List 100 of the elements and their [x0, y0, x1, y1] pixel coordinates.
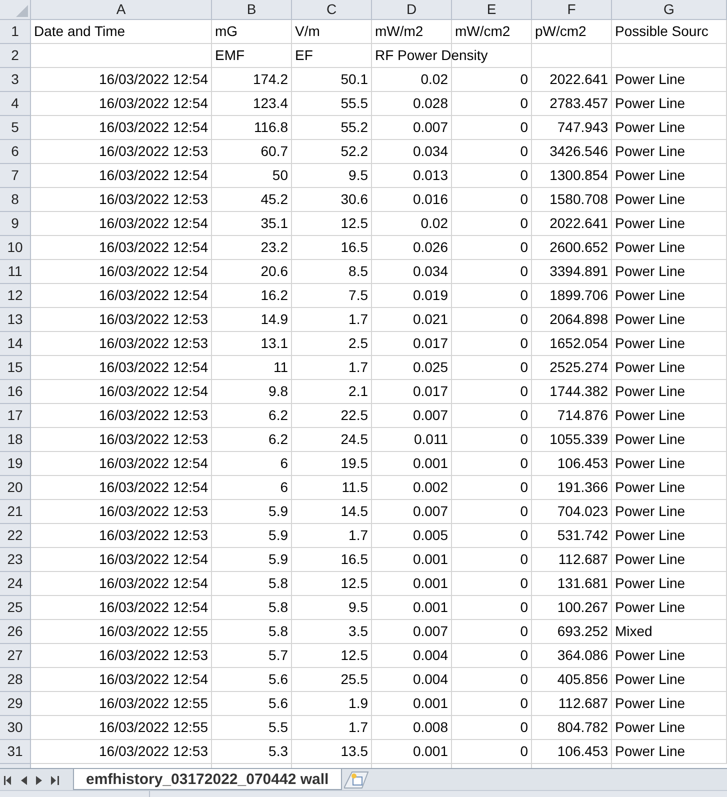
column-header[interactable]: G — [612, 0, 727, 20]
column-header[interactable]: B — [212, 0, 292, 20]
table-cell-text: Power Line — [615, 526, 686, 545]
table-cell-text: 106.453 — [557, 454, 608, 473]
row-header[interactable]: 1 — [0, 20, 31, 44]
row-header[interactable]: 6 — [0, 140, 31, 164]
table-cell-text: 0.025 — [412, 358, 448, 377]
column-header[interactable]: E — [452, 0, 532, 20]
table-cell-text: 0.034 — [412, 142, 448, 161]
table-cell-text: Power Line — [615, 478, 686, 497]
row-header[interactable]: 18 — [0, 428, 31, 452]
row-header[interactable]: 13 — [0, 308, 31, 332]
table-cell-text: 30.6 — [340, 190, 368, 209]
row-header[interactable]: 10 — [0, 236, 31, 260]
row-header[interactable]: 23 — [0, 548, 31, 572]
table-cell-text: 5.8 — [268, 598, 288, 617]
column-header[interactable]: C — [292, 0, 372, 20]
table-cell-text: 16/03/2022 12:53 — [99, 310, 208, 329]
table-cell-text: Power Line — [615, 334, 686, 353]
table-cell-text: 0.002 — [412, 478, 448, 497]
table-cell-text: 0 — [520, 214, 528, 233]
row-header[interactable]: 7 — [0, 164, 31, 188]
first-sheet-icon[interactable] — [4, 776, 12, 784]
row-header[interactable]: 12 — [0, 284, 31, 308]
row-header[interactable]: 20 — [0, 476, 31, 500]
table-cell-text: 16/03/2022 12:54 — [99, 478, 208, 497]
row-header[interactable]: 14 — [0, 332, 31, 356]
table-cell-text: 6 — [280, 454, 288, 473]
table-cell-text: Power Line — [615, 190, 686, 209]
table-cell-text: 5.9 — [268, 502, 288, 521]
table-cell-text: Power Line — [615, 310, 686, 329]
table-cell-text: Power Line — [615, 70, 686, 89]
column-header[interactable]: F — [532, 0, 612, 20]
table-cell-text: 16/03/2022 12:53 — [99, 334, 208, 353]
column-header[interactable]: D — [372, 0, 452, 20]
next-sheet-icon[interactable] — [36, 776, 42, 784]
table-cell-text: 0 — [520, 526, 528, 545]
table-cell-text: mG — [215, 22, 238, 41]
table-cell-text: 116.8 — [254, 118, 288, 137]
table-cell-text: Power Line — [615, 454, 686, 473]
row-header[interactable]: 19 — [0, 452, 31, 476]
new-sheet-icon[interactable] — [344, 771, 370, 789]
table-cell-text: 35.1 — [260, 214, 288, 233]
table-cell-text: 16/03/2022 12:54 — [99, 238, 208, 257]
table-cell-text: 5.9 — [268, 550, 288, 569]
table-cell-text: 16/03/2022 12:54 — [99, 382, 208, 401]
table-cell-text: 5.8 — [268, 622, 288, 641]
row-header[interactable]: 5 — [0, 116, 31, 140]
table-cell-text: 12.5 — [340, 646, 368, 665]
column-header[interactable]: A — [31, 0, 212, 20]
row-header[interactable]: 22 — [0, 524, 31, 548]
table-cell-text: 804.782 — [557, 718, 608, 737]
table-cell-text: 0 — [520, 310, 528, 329]
table-cell-text: 693.252 — [557, 622, 608, 641]
row-header[interactable]: 17 — [0, 404, 31, 428]
table-cell-text: pW/cm2 — [535, 22, 586, 41]
row-header[interactable]: 26 — [0, 620, 31, 644]
row-header[interactable]: 15 — [0, 356, 31, 380]
last-sheet-icon[interactable] — [51, 776, 59, 784]
table-cell-text: 0.02 — [420, 214, 448, 233]
row-header[interactable]: 16 — [0, 380, 31, 404]
sheet-tab[interactable]: emfhistory_03172022_070442 wall — [73, 769, 342, 790]
table-cell-text: 16/03/2022 12:54 — [99, 70, 208, 89]
row-header[interactable]: 25 — [0, 596, 31, 620]
table-cell-text: 0 — [520, 262, 528, 281]
table-cell-text: 0.017 — [412, 382, 448, 401]
row-header[interactable]: 28 — [0, 668, 31, 692]
table-cell-text: 14.9 — [260, 310, 288, 329]
table-cell-text: 0.007 — [412, 622, 448, 641]
table-cell-text: 7.5 — [348, 286, 368, 305]
row-header[interactable]: 29 — [0, 692, 31, 716]
row-header[interactable]: 21 — [0, 500, 31, 524]
table-cell-text: EMF — [215, 46, 245, 65]
row-header[interactable]: 24 — [0, 572, 31, 596]
previous-sheet-icon[interactable] — [21, 776, 27, 784]
table-cell-text: 0 — [520, 646, 528, 665]
table-cell-text: 20.6 — [260, 262, 288, 281]
table-cell-text: 405.856 — [557, 670, 608, 689]
row-header[interactable]: 11 — [0, 260, 31, 284]
row-header[interactable]: 31 — [0, 740, 31, 764]
row-header[interactable]: 2 — [0, 44, 31, 68]
row-header[interactable]: 4 — [0, 92, 31, 116]
row-header[interactable]: 8 — [0, 188, 31, 212]
row-header[interactable]: 3 — [0, 68, 31, 92]
table-cell-text: 1580.708 — [550, 190, 608, 209]
table-cell-text: 16/03/2022 12:54 — [99, 454, 208, 473]
table-cell-text: Power Line — [615, 742, 686, 761]
table-cell-text: 1.7 — [348, 310, 368, 329]
table-cell-text: Power Line — [615, 142, 686, 161]
table-cell-text: 747.943 — [557, 118, 608, 137]
row-header[interactable]: 27 — [0, 644, 31, 668]
table-cell-text: 2783.457 — [550, 94, 608, 113]
table-cell-text: 3.5 — [348, 622, 368, 641]
table-cell-text: 0 — [520, 118, 528, 137]
row-header[interactable]: 30 — [0, 716, 31, 740]
row-header[interactable]: 9 — [0, 212, 31, 236]
table-cell-text: 0 — [520, 190, 528, 209]
table-cell-text: 106.453 — [557, 742, 608, 761]
table-cell-text: 16/03/2022 12:53 — [99, 190, 208, 209]
corner-triangle-icon — [16, 5, 28, 17]
